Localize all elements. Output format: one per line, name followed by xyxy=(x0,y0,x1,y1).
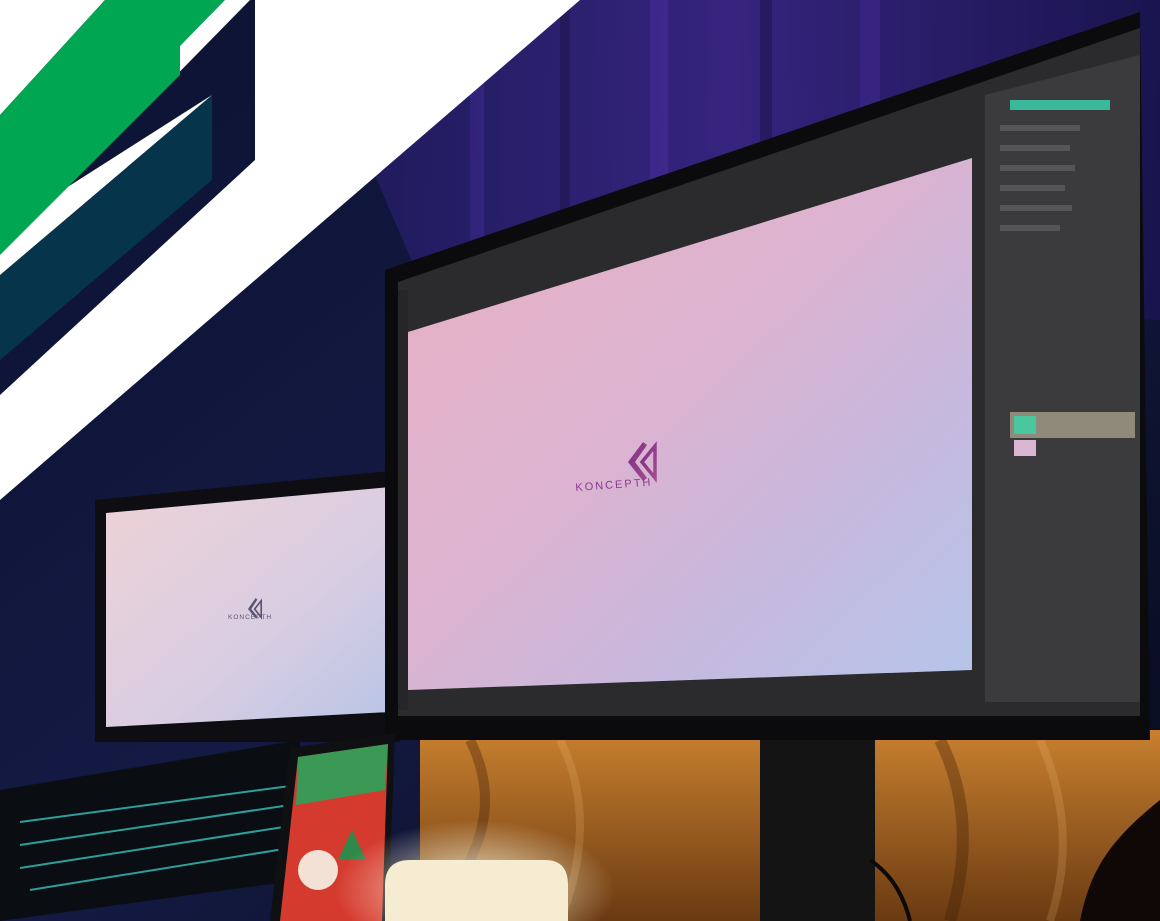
laptop-wordmark: KONCEPTH xyxy=(228,614,273,621)
layer-thumb-2 xyxy=(1014,440,1036,456)
photo-canvas xyxy=(0,0,1160,921)
monitor-stand xyxy=(760,728,875,921)
toolbar xyxy=(398,290,408,710)
desk-setup-photo: KONCEPTH KONCEPTH xyxy=(0,0,1160,921)
editor-panel xyxy=(985,55,1140,702)
laptop-screen xyxy=(106,487,390,727)
color-swatches xyxy=(1010,100,1110,110)
phone-portrait xyxy=(298,850,338,890)
layer-thumb-1 xyxy=(1014,416,1036,434)
desk-lamp xyxy=(385,860,568,921)
